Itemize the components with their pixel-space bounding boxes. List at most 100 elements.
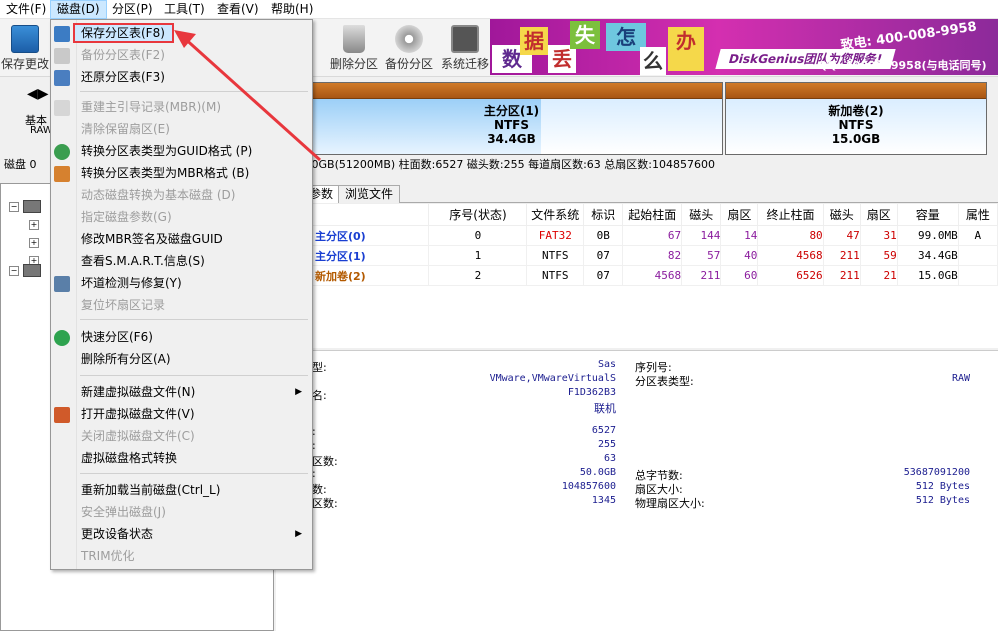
info-value: 512 Bytes [915, 495, 970, 506]
table-row[interactable]: 主分区(1) 1 NTFS 07 82 57 40 4568 211 59 34… [275, 245, 998, 266]
col-header[interactable]: 磁头 [681, 203, 722, 226]
menu-quick-partition[interactable]: 快速分区(F6) [76, 326, 310, 348]
table-cell: 67 [622, 225, 683, 246]
menu-view-smart[interactable]: 查看S.M.A.R.T.信息(S) [76, 250, 310, 272]
menu-delete-all-partitions[interactable]: 删除所有分区(A) [76, 348, 310, 370]
table-cell: 2 [428, 265, 528, 286]
disc-icon [395, 25, 423, 53]
info-label: 物理扇区大小: [635, 497, 705, 510]
table-cell: 211 [822, 265, 861, 286]
diskgenius-banner[interactable]: 数 据 丢 失 怎 么 办 DiskGenius团队为您服务! 致电: 400-… [490, 19, 998, 75]
menu-new-virtual-disk[interactable]: 新建虚拟磁盘文件(N) ▶ [76, 381, 310, 403]
col-header[interactable]: 文件系统 [526, 203, 585, 226]
menu-disk[interactable]: 磁盘(D) [50, 0, 107, 19]
table-header-row: 序号(状态) 文件系统 标识 起始柱面 磁头 扇区 终止柱面 磁头 扇区 容量 … [275, 203, 998, 226]
disk-info-panel: 型: 名: Sas VMware,VMwareVirtualS F1D362B3… [276, 350, 998, 631]
menu-safe-eject[interactable]: 安全弹出磁盘(J) [76, 501, 310, 523]
table-cell: NTFS [526, 245, 585, 266]
col-header[interactable]: 扇区 [720, 203, 759, 226]
delete-partition-label: 删除分区 [329, 57, 378, 71]
table-cell: 211 [681, 265, 722, 286]
rebuild-mbr-icon [54, 100, 70, 116]
menu-reset-bad-sector[interactable]: 复位坏扇区记录 [76, 294, 310, 316]
table-cell: 47 [822, 225, 861, 246]
table-cell: 31 [859, 225, 898, 246]
col-header[interactable]: 终止柱面 [757, 203, 824, 226]
table-cell [957, 265, 998, 286]
info-label: 名: [312, 389, 327, 402]
col-header[interactable]: 容量 [896, 203, 959, 226]
col-header[interactable]: 序号(状态) [428, 203, 528, 226]
tree-expander[interactable]: + [29, 238, 39, 248]
menu-tools[interactable]: 工具(T) [158, 0, 211, 19]
save-disk-icon [54, 26, 70, 42]
system-migrate-label: 系统迁移 [440, 57, 489, 71]
annotation-arrow [174, 30, 322, 162]
table-cell: 4568 [622, 265, 683, 286]
partition-name: 新加卷(2) [828, 104, 884, 118]
menu-modify-mbr-signature[interactable]: 修改MBR签名及磁盘GUID [76, 228, 310, 250]
tree-expander[interactable]: − [9, 266, 19, 276]
open-virtual-disk-icon [54, 407, 70, 423]
menu-separator [80, 319, 308, 320]
info-value: 255 [597, 439, 616, 450]
info-value: 63 [603, 453, 616, 464]
tree-expander[interactable]: − [9, 202, 19, 212]
col-header[interactable]: 标识 [583, 203, 624, 226]
menu-open-virtual-disk[interactable]: 打开虚拟磁盘文件(V) [76, 403, 310, 425]
menu-view[interactable]: 查看(V) [211, 0, 265, 19]
info-value: 512 Bytes [915, 481, 970, 492]
partition-header [726, 83, 986, 99]
partition-fs: NTFS [838, 118, 874, 132]
info-value: 6527 [591, 425, 616, 436]
table-cell: 99.0MB [896, 225, 959, 246]
col-header[interactable]: 磁头 [822, 203, 861, 226]
banner-char: 么 [640, 47, 666, 75]
menu-partition[interactable]: 分区(P) [106, 0, 159, 19]
info-value: VMware,VMwareVirtualS [489, 373, 616, 384]
col-header[interactable]: 起始柱面 [622, 203, 683, 226]
system-migrate-button[interactable]: 系统迁移 [434, 19, 496, 72]
table-row[interactable]: 主分区(0) 0 FAT32 0B 67 144 14 80 47 31 99.… [275, 225, 998, 246]
menu-change-device-state[interactable]: 更改设备状态 ▶ [76, 523, 310, 545]
col-header[interactable]: 属性 [957, 203, 998, 226]
partition-table: 序号(状态) 文件系统 标识 起始柱面 磁头 扇区 终止柱面 磁头 扇区 容量 … [275, 203, 998, 348]
partition-block-1[interactable]: 主分区(1) NTFS 34.4GB [300, 82, 723, 155]
table-cell: 59 [859, 245, 898, 266]
menu-reload-disk[interactable]: 重新加载当前磁盘(Ctrl_L) [76, 479, 310, 501]
menu-bad-sector-check[interactable]: 坏道检测与修复(Y) [76, 272, 310, 294]
col-header[interactable]: 扇区 [859, 203, 898, 226]
menu-close-virtual-disk[interactable]: 关闭虚拟磁盘文件(C) [76, 425, 310, 447]
menu-virtual-disk-convert[interactable]: 虚拟磁盘格式转换 [76, 447, 310, 469]
menu-help[interactable]: 帮助(H) [265, 0, 319, 19]
banner-qq: QQ: 4000089958(与电话同号) [818, 59, 987, 72]
detail-tabs: 参数 浏览文件 [276, 183, 998, 203]
table-row[interactable]: 新加卷(2) 2 NTFS 07 4568 211 60 6526 211 21… [275, 265, 998, 286]
table-cell: 15.0GB [896, 265, 959, 286]
info-label: 型: [312, 361, 327, 374]
nav-arrows-icon[interactable]: ◀▶ [27, 86, 49, 102]
tab-browse-files[interactable]: 浏览文件 [338, 185, 401, 203]
table-cell: 6526 [757, 265, 824, 286]
table-cell: A [957, 225, 998, 246]
table-cell: 80 [757, 225, 824, 246]
save-changes-button[interactable]: 保存更改 [0, 19, 56, 72]
info-label: 区数: [312, 497, 338, 510]
delete-partition-button[interactable]: 删除分区 [323, 19, 385, 72]
table-cell: 07 [583, 245, 624, 266]
menu-specify-disk-params[interactable]: 指定磁盘参数(G) [76, 206, 310, 228]
partition-size: 15.0GB [831, 132, 881, 146]
partition-block-2[interactable]: 新加卷(2) NTFS 15.0GB [725, 82, 987, 155]
menu-separator [80, 375, 308, 376]
menu-trim-optimize[interactable]: TRIM优化 [76, 545, 310, 567]
partition-fs: NTFS [493, 118, 530, 132]
menu-dynamic-to-basic[interactable]: 动态磁盘转换为基本磁盘 (D) [76, 184, 310, 206]
menu-file[interactable]: 文件(F) [0, 0, 52, 19]
menu-label: 新建虚拟磁盘文件(N) [81, 385, 196, 399]
backup-partition-button[interactable]: 备份分区 [378, 19, 440, 72]
table-cell: 57 [681, 245, 722, 266]
info-label: 分区表类型: [635, 375, 694, 388]
disk-prefix: 磁盘 0 [4, 158, 37, 171]
tree-expander[interactable]: + [29, 220, 39, 230]
banner-phone: 致电: 400-008-9958 [839, 19, 978, 54]
